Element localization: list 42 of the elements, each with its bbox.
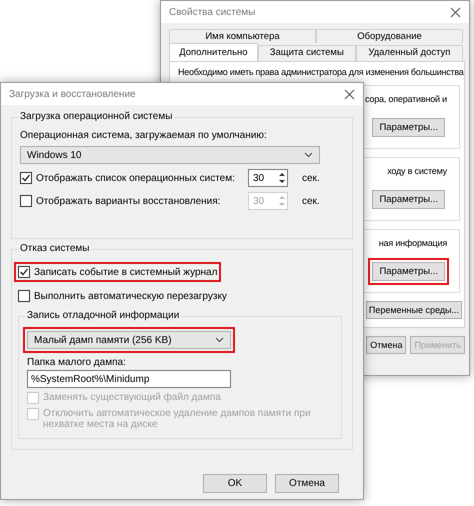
close-icon[interactable]	[450, 6, 461, 18]
settings-button[interactable]: Параметры...	[372, 262, 445, 280]
tab[interactable]: Оборудование	[316, 29, 463, 43]
checkbox-label: Отображать варианты восстановления:	[36, 196, 220, 206]
dialog-button[interactable]: OK	[203, 474, 267, 493]
settings-button[interactable]: Параметры...	[372, 190, 445, 208]
section-text: ная информация	[378, 238, 448, 248]
group-title: Отказ системы	[18, 243, 92, 254]
tab[interactable]: Имя компьютера	[169, 29, 316, 43]
checkbox-label: Записать событие в системный журнал	[34, 266, 218, 278]
unit-label: сек.	[301, 172, 321, 184]
tab[interactable]: Удаленный доступ	[356, 45, 463, 61]
section-text: сора, оперативной и	[365, 94, 448, 104]
dropdown[interactable]: Малый дамп памяти (256 KB)	[27, 331, 231, 349]
chevron-icon	[215, 337, 224, 343]
field-label: Папка малого дампа:	[27, 357, 127, 368]
group-title: Загрузка операционной системы	[18, 111, 174, 122]
dialog-button[interactable]: Отмена	[275, 474, 339, 493]
checkbox[interactable]	[18, 266, 30, 278]
settings-button[interactable]: Параметры...	[372, 118, 445, 136]
checkbox[interactable]	[18, 290, 30, 302]
checkbox-label: Выполнить автоматическую перезагрузку	[34, 290, 227, 302]
checkbox-label: Отключить автоматическое удаление дампов памяти при нехватке места на диске	[43, 408, 312, 430]
spin-arrows-icon[interactable]	[277, 170, 287, 186]
chevron-icon	[304, 152, 313, 158]
checkbox-label: Отображать список операционных систем:	[36, 172, 235, 184]
tab[interactable]: Дополнительно	[169, 43, 258, 61]
tab[interactable]: Защита системы	[258, 45, 356, 61]
folder-input[interactable]: %SystemRoot%\Minidump	[27, 370, 231, 388]
window-title: Загрузка и восстановление	[9, 88, 136, 100]
env-variables-button[interactable]: Переменные среды...	[366, 301, 462, 319]
group-title: Запись отладочной информации	[25, 310, 182, 321]
dropdown[interactable]: Windows 10	[20, 146, 320, 164]
close-icon[interactable]	[344, 88, 355, 100]
window-title: Свойства системы	[169, 6, 256, 18]
checkbox[interactable]	[20, 172, 32, 184]
dialog-button[interactable]: Отмена	[366, 336, 406, 354]
unit-label: сек.	[301, 196, 321, 206]
checkbox-label: Заменять существующий файл дампа	[43, 392, 221, 403]
field-label: Операционная система, загружаемая по умолчанию:	[20, 130, 268, 141]
section-text: ходу в систему	[387, 166, 448, 176]
number-field[interactable]: 30	[248, 169, 288, 187]
